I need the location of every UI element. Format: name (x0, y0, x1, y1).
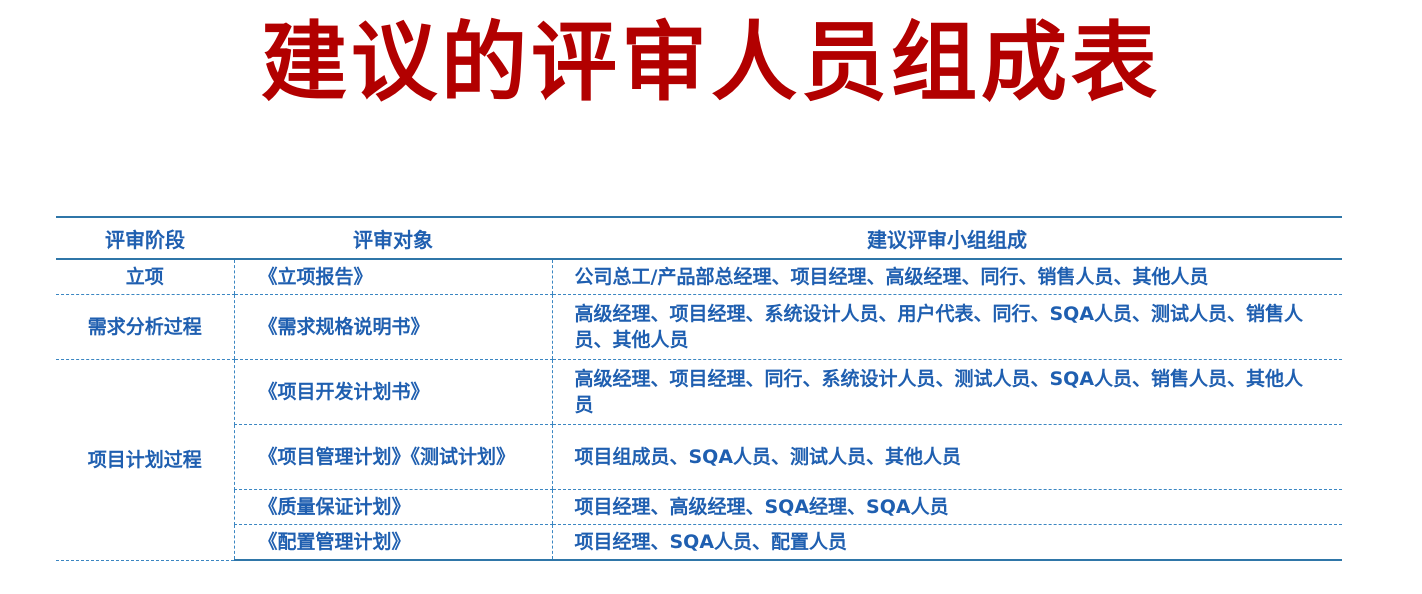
object-cell: 《需求规格说明书》 (233, 294, 552, 360)
members-cell: 项目经理、SQA人员、配置人员 (551, 524, 1342, 561)
members-cell: 高级经理、项目经理、系统设计人员、用户代表、同行、SQA人员、测试人员、销售人员… (551, 294, 1342, 360)
stage-cell: 项目计划过程 (56, 359, 234, 561)
members-cell: 高级经理、项目经理、同行、系统设计人员、测试人员、SQA人员、销售人员、其他人员 (551, 359, 1342, 425)
members-cell: 项目经理、高级经理、SQA经理、SQA人员 (551, 489, 1342, 525)
object-cell: 《项目开发计划书》 (233, 359, 552, 425)
stage-cell: 立项 (56, 259, 234, 295)
header-stage: 评审阶段 (56, 216, 234, 260)
table-row: 《项目管理计划》《测试计划》 项目组成员、SQA人员、测试人员、其他人员 (56, 424, 1342, 490)
page-title: 建议的评审人员组成表 (261, 13, 1161, 113)
object-cell: 《立项报告》 (233, 259, 552, 295)
header-members: 建议评审小组组成 (552, 216, 1342, 260)
table-row: 项目计划过程 《项目开发计划书》 高级经理、项目经理、同行、系统设计人员、测试人… (56, 359, 1342, 561)
object-cell: 《质量保证计划》 (233, 489, 552, 525)
table-row: 《配置管理计划》 项目经理、SQA人员、配置人员 (56, 524, 1342, 561)
review-staff-table: 评审阶段 评审对象 建议评审小组组成 立项 《立项报告》 公司总工/产品部总经理… (56, 216, 1342, 561)
members-cell: 公司总工/产品部总经理、项目经理、高级经理、同行、销售人员、其他人员 (551, 259, 1342, 295)
table-row: 《质量保证计划》 项目经理、高级经理、SQA经理、SQA人员 (56, 489, 1342, 525)
members-cell: 项目组成员、SQA人员、测试人员、其他人员 (551, 424, 1342, 490)
header-object: 评审对象 (234, 216, 552, 260)
object-cell: 《项目管理计划》《测试计划》 (233, 424, 552, 490)
table-row: 需求分析过程 《需求规格说明书》 高级经理、项目经理、系统设计人员、用户代表、同… (56, 294, 1342, 360)
table-row: 立项 《立项报告》 公司总工/产品部总经理、项目经理、高级经理、同行、销售人员、… (56, 259, 1342, 295)
object-cell: 《配置管理计划》 (233, 524, 552, 561)
stage-cell: 需求分析过程 (56, 294, 234, 360)
table-header-row: 评审阶段 评审对象 建议评审小组组成 (56, 216, 1342, 260)
